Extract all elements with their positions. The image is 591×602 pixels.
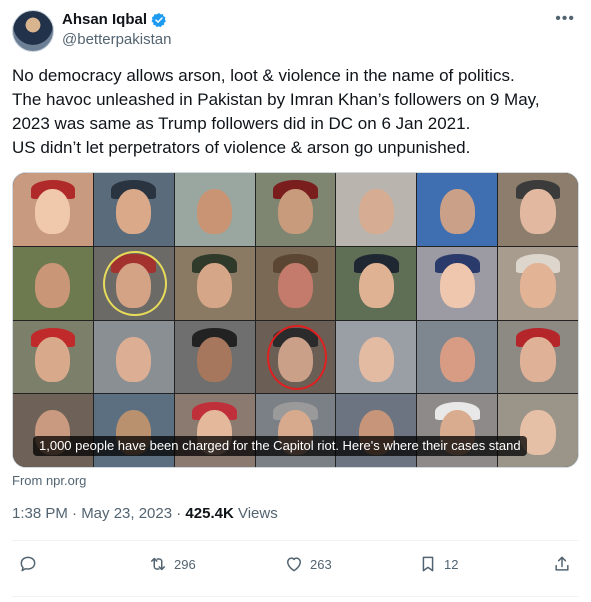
like-count: 263 [310,556,332,572]
action-bar: 296 263 12 [12,552,579,580]
share-icon [555,556,569,571]
mosaic-image [13,173,578,467]
bookmark-button[interactable]: 12 [418,554,458,574]
reply-icon [20,556,36,572]
mosaic-tile [417,320,498,394]
mosaic-tile [93,173,174,246]
retweet-button[interactable]: 296 [148,554,196,574]
mosaic-tile [255,320,336,394]
link-card[interactable]: 1,000 people have been charged for the C… [12,172,579,468]
retweet-icon [151,557,165,571]
card-source[interactable]: From npr.org [12,473,86,488]
mosaic-tile [498,394,578,467]
mosaic-tile [255,246,336,320]
mosaic-tile [336,394,417,467]
tweet-meta: 1:38 PM · May 23, 2023 · 425.4K Views [12,505,278,522]
heart-icon [287,557,301,572]
tweet-line: US didn’t let perpetrators of violence &… [12,138,471,157]
mosaic-tile [417,246,498,320]
tweet-header: Ahsan Iqbal @betterpakistan ••• [12,8,579,52]
bookmark-icon [422,556,434,572]
tweet-timestamp[interactable]: 1:38 PM · May 23, 2023 · [12,505,185,522]
mosaic-tile [498,246,578,320]
mosaic-tile [498,173,578,246]
reply-button[interactable] [18,554,38,574]
mosaic-tile [93,320,174,394]
like-button[interactable]: 263 [284,554,332,574]
divider [12,596,579,597]
mosaic-tile [336,320,417,394]
views-label: Views [233,505,278,522]
tweet-line: No democracy allows arson, loot & violen… [12,66,515,85]
bookmark-count: 12 [444,556,459,572]
card-caption: 1,000 people have been charged for the C… [33,436,527,456]
mosaic-tile [174,320,255,394]
mosaic-tile [336,246,417,320]
mosaic-tile [174,246,255,320]
mosaic-tile [13,394,93,467]
more-options-icon[interactable]: ••• [555,10,575,28]
mosaic-tile [93,246,174,320]
mosaic-tile [417,173,498,246]
mosaic-tile [336,173,417,246]
tweet-line: 2023 was same as Trump followers did in … [12,114,471,133]
mosaic-tile [417,394,498,467]
share-button[interactable] [552,554,572,574]
mosaic-tile [255,394,336,467]
mosaic-tile [13,246,93,320]
mosaic-tile [174,394,255,467]
tweet-text: No democracy allows arson, loot & violen… [12,64,579,160]
mosaic-tile [13,320,93,394]
retweet-count: 296 [174,556,196,572]
author-handle[interactable]: @betterpakistan [62,31,171,48]
author-name[interactable]: Ahsan Iqbal [62,11,147,28]
verified-badge-icon [151,12,167,28]
mosaic-tile [13,173,93,246]
mosaic-tile [255,173,336,246]
mosaic-tile [174,173,255,246]
mosaic-tile [93,394,174,467]
divider [12,540,579,541]
tweet-line: The havoc unleashed in Pakistan by Imran… [12,90,540,109]
avatar[interactable] [12,10,54,52]
views-count: 425.4K [185,505,234,522]
mosaic-tile [498,320,578,394]
author-name-row: Ahsan Iqbal [62,11,167,28]
